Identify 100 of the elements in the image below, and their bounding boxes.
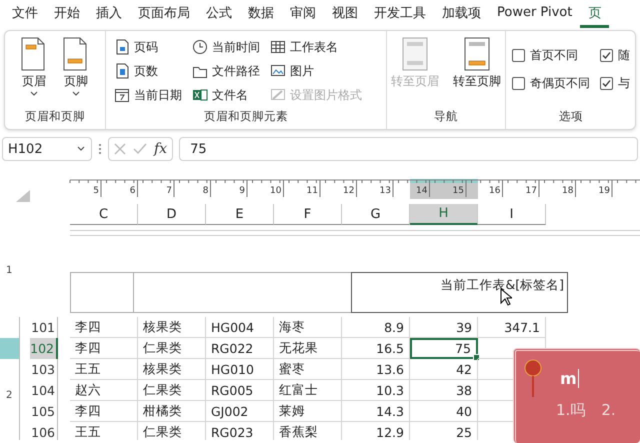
select-all-icon bbox=[15, 189, 31, 203]
table-cell: 海枣 bbox=[274, 317, 342, 338]
table-cell: 蜜枣 bbox=[274, 359, 342, 380]
table-cell: 柑橘类 bbox=[138, 401, 206, 422]
ribbon-tab[interactable]: 数据 bbox=[240, 0, 282, 28]
ruler-label: 16 bbox=[489, 186, 500, 196]
table-icon bbox=[270, 39, 286, 55]
row-header[interactable]: 105 bbox=[30, 401, 58, 422]
ribbon-button[interactable]: 当前时间 bbox=[190, 35, 262, 59]
group-label: 页眉和页脚 bbox=[24, 109, 86, 125]
checkbox[interactable] bbox=[512, 76, 525, 90]
checkbox-label: 奇偶页不同 bbox=[530, 74, 590, 92]
ribbon-tab[interactable]: 文件 bbox=[4, 0, 46, 28]
document-icon bbox=[114, 63, 130, 79]
column-header[interactable]: D bbox=[138, 204, 206, 225]
checkbox[interactable] bbox=[600, 48, 613, 62]
group-label: 选项 bbox=[558, 109, 584, 125]
caret-icon bbox=[71, 90, 81, 98]
check-icon bbox=[602, 50, 611, 60]
ribbon-tab[interactable]: 开始 bbox=[46, 0, 88, 28]
column-header[interactable]: I bbox=[478, 204, 546, 225]
row-header[interactable]: 106 bbox=[30, 422, 58, 440]
ruler-label: 6 bbox=[130, 186, 136, 196]
image-edit-icon bbox=[270, 87, 286, 103]
ribbon-tab[interactable]: 开发工具 bbox=[366, 0, 434, 28]
ribbon-tab[interactable]: 插入 bbox=[88, 0, 130, 28]
row-header[interactable]: 102 bbox=[30, 338, 58, 359]
close-icon bbox=[114, 143, 126, 155]
spreadsheet-icon bbox=[192, 87, 208, 103]
table-cell: 13.6 bbox=[342, 359, 410, 380]
ribbon-tab[interactable]: 加载项 bbox=[434, 0, 489, 28]
ruler-label: 7 bbox=[166, 186, 172, 196]
ruler-label: 13 bbox=[380, 186, 391, 196]
row-header[interactable]: 103 bbox=[30, 359, 58, 380]
clock-icon bbox=[192, 39, 208, 55]
knot-icon bbox=[522, 359, 544, 399]
calendar-icon bbox=[114, 87, 130, 103]
fill-handle[interactable] bbox=[473, 354, 480, 361]
ribbon-tab[interactable]: 审阅 bbox=[282, 0, 324, 28]
ruler-label: 18 bbox=[562, 186, 574, 196]
table-cell: 仁果类 bbox=[138, 380, 206, 401]
table-cell: 39 bbox=[410, 317, 478, 338]
insert-function-button[interactable]: fx bbox=[154, 141, 168, 157]
table-cell: 40 bbox=[410, 401, 478, 422]
ribbon-button[interactable]: 页数 bbox=[112, 59, 184, 83]
ruler-label: 15 bbox=[452, 186, 464, 196]
ruler-label: 12 bbox=[343, 186, 354, 196]
group-label: 导航 bbox=[433, 109, 459, 125]
table-cell: 红富士 bbox=[274, 380, 342, 401]
ribbon-button[interactable]: 文件路径 bbox=[190, 59, 262, 83]
table-cell: 42 bbox=[410, 359, 478, 380]
table-cell: 王五 bbox=[70, 359, 138, 380]
ruler-label: 2 bbox=[6, 390, 12, 401]
table-cell: 香蕉梨 bbox=[274, 422, 342, 440]
ribbon-button[interactable]: 文件名 bbox=[190, 83, 262, 107]
table-cell: 李四 bbox=[70, 317, 138, 338]
table-cell: RG005 bbox=[206, 380, 274, 401]
check-icon bbox=[602, 78, 611, 88]
grip-icon bbox=[98, 143, 102, 155]
check-icon bbox=[133, 143, 147, 155]
header-section[interactable]: 当前工作表&[标签名] bbox=[351, 272, 568, 313]
name-box[interactable]: H102 bbox=[2, 137, 92, 161]
ruler-label: 14 bbox=[416, 186, 428, 196]
ruler-label: 10 bbox=[270, 186, 282, 196]
table-cell: 莱姆 bbox=[274, 401, 342, 422]
checkbox[interactable] bbox=[600, 76, 613, 90]
checkbox[interactable] bbox=[512, 48, 525, 62]
formula-field[interactable]: 75 bbox=[179, 137, 638, 161]
ruler-label: 1 bbox=[6, 265, 12, 276]
column-header[interactable]: H bbox=[410, 204, 478, 225]
column-header[interactable]: G bbox=[342, 204, 410, 225]
ruler-label: 5 bbox=[93, 186, 99, 196]
ruler-label: 19 bbox=[598, 186, 610, 196]
active-cell[interactable]: 75 bbox=[410, 338, 478, 359]
table-cell: 38 bbox=[410, 380, 478, 401]
document-icon bbox=[114, 39, 130, 55]
ribbon-tab[interactable]: 公式 bbox=[198, 0, 240, 28]
column-header[interactable]: E bbox=[206, 204, 274, 225]
ruler-label: 9 bbox=[239, 186, 245, 196]
table-cell: 10.3 bbox=[342, 380, 410, 401]
ruler-label: 11 bbox=[306, 186, 318, 196]
ruler-label: 17 bbox=[526, 186, 537, 196]
ribbon-tab[interactable]: 视图 bbox=[324, 0, 366, 28]
table-cell: 347.1 bbox=[478, 317, 546, 338]
ribbon-button[interactable]: 当前日期 bbox=[112, 83, 184, 107]
ribbon-tab[interactable]: 页面布局 bbox=[130, 0, 198, 28]
ribbon-button[interactable]: 页码 bbox=[112, 35, 184, 59]
table-cell: 仁果类 bbox=[138, 422, 206, 440]
table-cell: 8.9 bbox=[342, 317, 410, 338]
ribbon-button[interactable]: 转至页脚 bbox=[450, 35, 504, 109]
row-header[interactable]: 104 bbox=[30, 380, 58, 401]
ribbon-button[interactable]: 图片 bbox=[268, 59, 364, 83]
column-header[interactable]: F bbox=[274, 204, 342, 225]
ribbon-button[interactable]: 工作表名 bbox=[268, 35, 364, 59]
table-cell: 无花果 bbox=[274, 338, 342, 359]
ribbon-button[interactable]: 页脚 bbox=[59, 35, 93, 109]
ribbon-tab[interactable]: Power Pivot bbox=[489, 0, 580, 28]
ribbon-button[interactable]: 页眉 bbox=[17, 35, 51, 109]
table-cell: GJ002 bbox=[206, 401, 274, 422]
column-header[interactable]: C bbox=[70, 204, 138, 225]
